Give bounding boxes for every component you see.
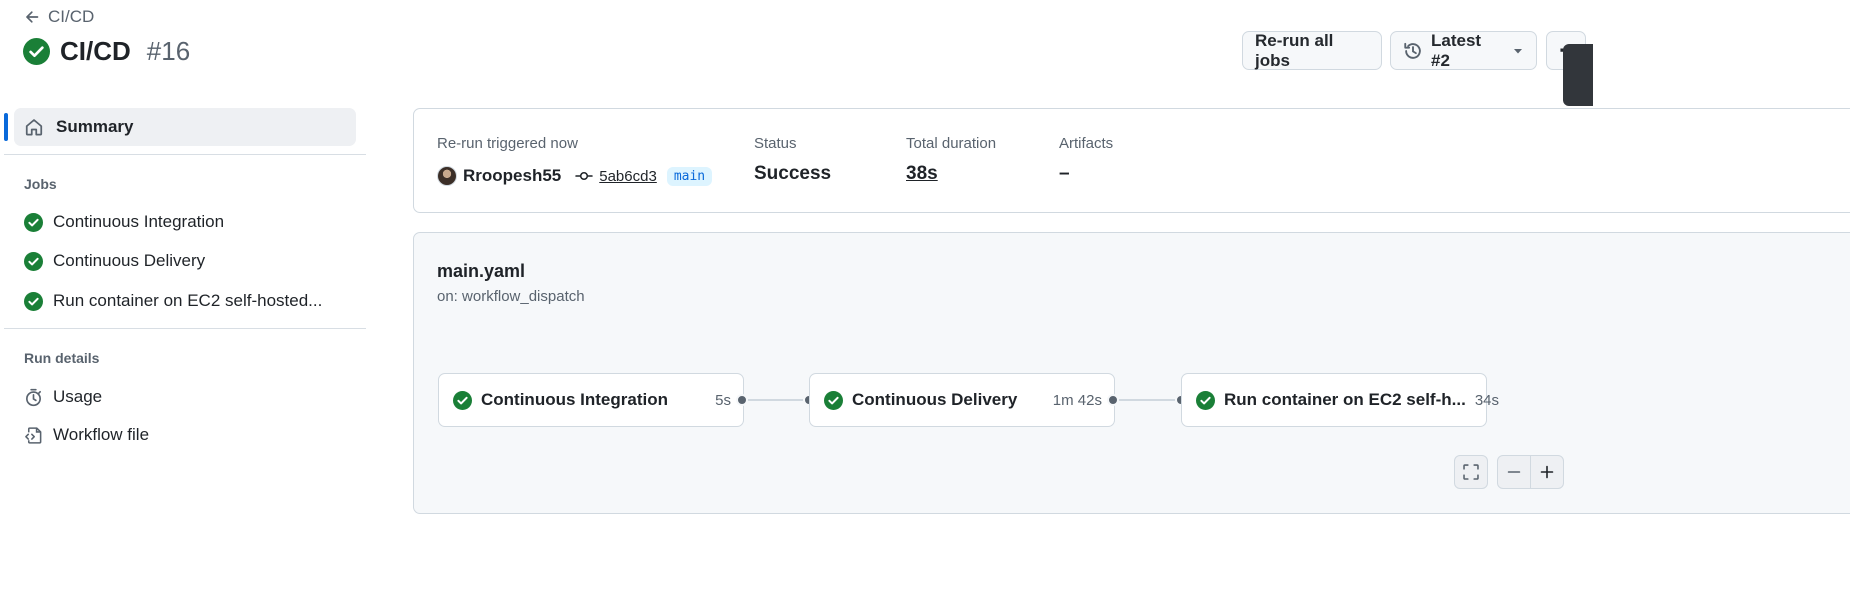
graph-job-duration: 34s (1474, 391, 1499, 409)
graph-connector (1115, 399, 1181, 401)
graph-connector-dot (1107, 394, 1119, 406)
rerun-all-jobs-button[interactable]: Re-run all jobs (1242, 31, 1382, 70)
artifacts-value: – (1059, 163, 1070, 184)
arrow-left-icon (24, 9, 40, 25)
artifacts-label: Artifacts (1059, 135, 1114, 152)
selected-indicator (4, 113, 8, 141)
check-circle-fill-icon (1196, 390, 1215, 410)
rerun-button-label: Re-run all jobs (1255, 30, 1334, 70)
actor-link[interactable]: Rroopesh55 (463, 166, 561, 186)
check-circle-fill-icon (24, 212, 43, 232)
history-icon (1403, 41, 1423, 61)
trigger-actor-row: Rroopesh55 5ab6cd3 main (437, 163, 713, 189)
avatar[interactable] (437, 166, 457, 186)
graph-job-duration: 1m 42s (1052, 391, 1102, 409)
stopwatch-icon (24, 388, 43, 407)
graph-job-continuous-delivery[interactable]: Continuous Delivery 1m 42s (809, 373, 1115, 427)
status-value: Success (754, 163, 832, 184)
back-link[interactable]: CI/CD (24, 6, 94, 28)
jobs-heading: Jobs (24, 176, 57, 192)
zoom-in-button[interactable] (1530, 455, 1564, 489)
dash-icon (1506, 464, 1522, 480)
graph-job-name: Run container on EC2 self-h... (1224, 390, 1466, 409)
fullscreen-button[interactable] (1454, 455, 1488, 489)
graph-job-run-container[interactable]: Run container on EC2 self-h... 34s (1181, 373, 1499, 427)
graph-job-name: Continuous Delivery (852, 390, 1018, 409)
graph-job-name: Continuous Integration (481, 390, 668, 409)
check-circle-fill-icon (24, 251, 43, 271)
workflow-trigger: on: workflow_dispatch (437, 288, 585, 305)
workflow-file-name: main.yaml (437, 261, 526, 281)
sidebar-item-label: Summary (56, 117, 134, 136)
sidebar-item-summary[interactable]: Summary (14, 108, 356, 146)
attempt-select-button[interactable]: Latest #2 (1390, 31, 1537, 70)
graph-job-duration: 5s (715, 391, 731, 409)
sidebar-item-workflow-file[interactable]: Workflow file (24, 422, 149, 448)
duration-label: Total duration (906, 135, 997, 152)
commit-link[interactable]: 5ab6cd3 (599, 168, 657, 185)
sidebar-job-label: Continuous Delivery (53, 251, 206, 270)
graph-job-continuous-integration[interactable]: Continuous Integration 5s (438, 373, 744, 427)
screen-full-icon (1462, 463, 1480, 481)
run-number: #16 (146, 35, 191, 66)
sidebar-item-usage[interactable]: Usage (24, 384, 102, 410)
branch-badge[interactable]: main (666, 166, 713, 186)
page-title-row: CI/CD #16 (23, 36, 190, 66)
trigger-label: Re-run triggered now (437, 135, 578, 152)
sidebar-item-label: Workflow file (53, 425, 150, 444)
sidebar-job-label: Run container on EC2 self-hosted... (53, 291, 323, 310)
sidebar-job-continuous-delivery[interactable]: Continuous Delivery (24, 248, 205, 274)
sidebar-job-run-container[interactable]: Run container on EC2 self-hosted... (24, 288, 322, 314)
check-circle-fill-icon (824, 390, 843, 410)
check-circle-fill-icon (453, 390, 472, 410)
duration-link[interactable]: 38s (906, 163, 938, 185)
sidebar-divider (4, 328, 366, 329)
back-link-label: CI/CD (48, 7, 95, 26)
sidebar-divider (4, 154, 366, 155)
zoom-out-button[interactable] (1497, 455, 1531, 489)
file-code-icon (24, 426, 43, 445)
run-details-heading: Run details (24, 350, 100, 366)
page-title: CI/CD (60, 35, 131, 66)
check-circle-fill-icon (23, 37, 50, 65)
sidebar-item-label: Usage (53, 387, 103, 406)
triangle-down-icon (1512, 45, 1524, 57)
home-icon (24, 117, 44, 137)
sidebar-job-label: Continuous Integration (53, 212, 225, 231)
run-summary-card: Re-run triggered now Rroopesh55 5ab6cd3 … (413, 108, 1850, 213)
status-label: Status (754, 135, 797, 152)
plus-icon (1539, 464, 1555, 480)
check-circle-fill-icon (24, 291, 43, 311)
attempt-button-label: Latest #2 (1431, 30, 1482, 70)
workflow-graph-card: main.yaml on: workflow_dispatch Continuo… (413, 232, 1850, 514)
graph-connector-dot (736, 394, 748, 406)
side-panel-tab[interactable] (1563, 44, 1593, 106)
graph-connector (744, 399, 809, 401)
git-commit-icon (575, 169, 593, 183)
sidebar-job-continuous-integration[interactable]: Continuous Integration (24, 209, 224, 235)
